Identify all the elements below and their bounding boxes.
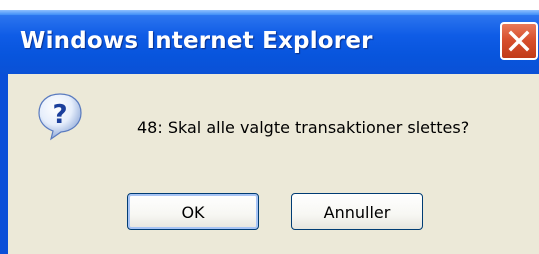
cancel-button[interactable]: Annuller (291, 193, 423, 230)
ok-button[interactable]: OK (127, 193, 259, 230)
title-bar[interactable]: Windows Internet Explorer (0, 10, 539, 74)
svg-text:?: ? (52, 100, 67, 130)
close-button[interactable] (500, 22, 538, 60)
question-icon: ? (38, 93, 82, 141)
close-icon (508, 30, 530, 52)
dialog-message: 48: Skal alle valgte transaktioner slett… (137, 118, 470, 137)
message-dialog: Windows Internet Explorer ? 48: Skal all… (0, 10, 539, 254)
dialog-body: ? 48: Skal alle valgte transaktioner sle… (8, 74, 539, 254)
window-title: Windows Internet Explorer (20, 28, 373, 54)
